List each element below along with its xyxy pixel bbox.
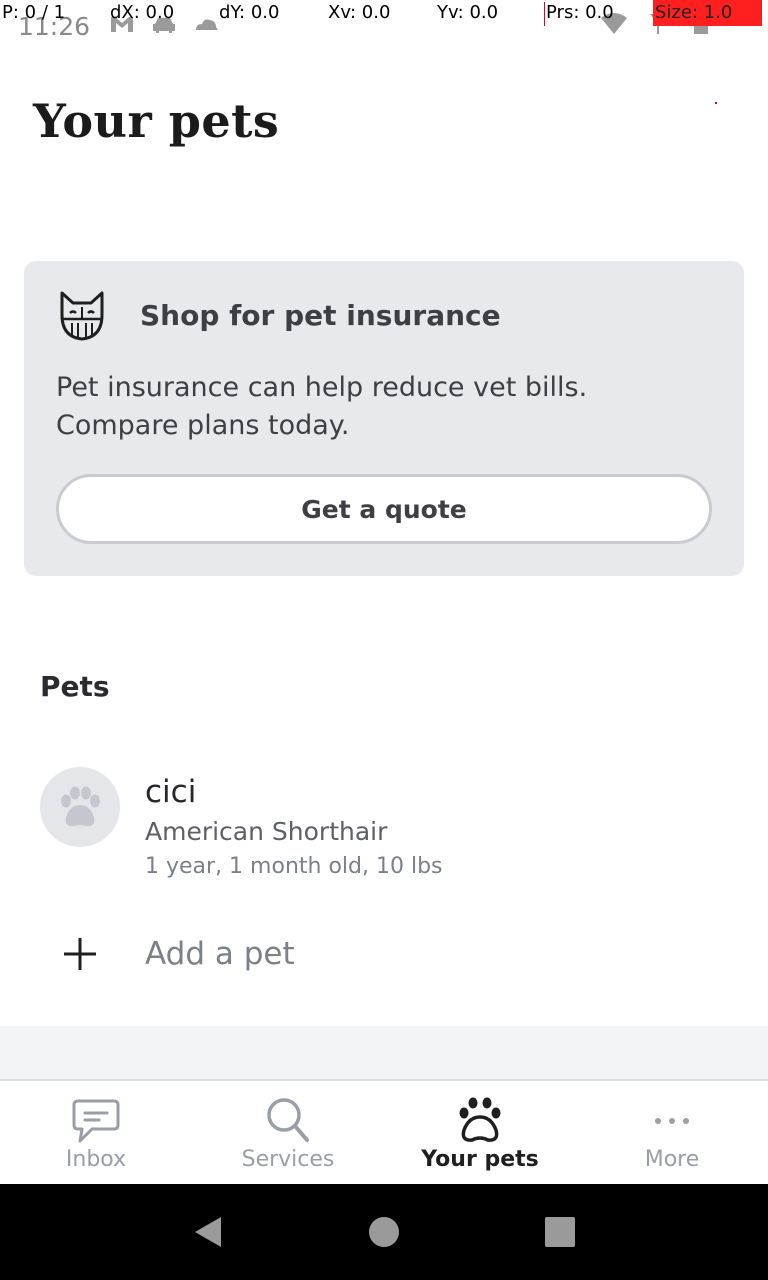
nav-label-your-pets: Your pets bbox=[421, 1147, 539, 1172]
plus-icon bbox=[64, 938, 96, 970]
more-dots-icon bbox=[646, 1095, 698, 1145]
cat-face-icon bbox=[60, 291, 104, 341]
pet-avatar bbox=[40, 767, 120, 847]
nav-label-services: Services bbox=[241, 1147, 335, 1172]
debug-overlay: P: 0 / 1 dX: 0.0 dY: 0.0 Xv: 0.0 Yv: 0.0… bbox=[0, 0, 768, 26]
promo-body: Pet insurance can help reduce vet bills.… bbox=[56, 369, 696, 445]
pet-details: 1 year, 1 month old, 10 lbs bbox=[145, 854, 443, 879]
back-icon[interactable] bbox=[188, 1212, 228, 1252]
nav-item-services[interactable]: Services bbox=[192, 1081, 384, 1184]
debug-marker bbox=[544, 2, 545, 26]
add-pet-button[interactable]: Add a pet bbox=[0, 920, 768, 992]
nav-label-inbox: Inbox bbox=[65, 1147, 127, 1172]
nav-item-your-pets[interactable]: Your pets bbox=[384, 1081, 576, 1184]
nav-label-more: More bbox=[644, 1147, 700, 1172]
nav-item-more[interactable]: More bbox=[576, 1081, 768, 1184]
paw-icon bbox=[61, 786, 100, 827]
insurance-promo-card: Shop for pet insurance Pet insurance can… bbox=[24, 261, 744, 576]
debug-size: Size: 1.0 bbox=[653, 0, 762, 26]
bottom-nav: Inbox Services Your pets More bbox=[0, 1079, 768, 1184]
nav-item-inbox[interactable]: Inbox bbox=[0, 1081, 192, 1184]
promo-body-line-2: Compare plans today. bbox=[56, 410, 350, 441]
promo-title: Shop for pet insurance bbox=[140, 299, 501, 332]
system-nav-bar bbox=[0, 1184, 768, 1280]
add-pet-label: Add a pet bbox=[145, 936, 295, 972]
pet-breed: American Shorthair bbox=[145, 817, 388, 846]
paw-icon bbox=[454, 1095, 506, 1145]
page-title: Your pets bbox=[33, 94, 280, 148]
get-a-quote-button[interactable]: Get a quote bbox=[56, 474, 712, 544]
debug-prs: Prs: 0.0 bbox=[546, 2, 614, 23]
debug-dy: dY: 0.0 bbox=[219, 2, 280, 23]
pet-list-item[interactable]: cici American Shorthair 1 year, 1 month … bbox=[0, 760, 768, 890]
home-icon[interactable] bbox=[364, 1212, 404, 1252]
debug-yv: Yv: 0.0 bbox=[437, 2, 499, 23]
touch-indicator-dot bbox=[715, 102, 717, 104]
search-icon bbox=[262, 1095, 314, 1145]
screen: 11:26 P: 0 / 1 dX: 0.0 dY: 0.0 Xv: 0.0 Y… bbox=[0, 0, 768, 1280]
debug-dx: dX: 0.0 bbox=[110, 2, 175, 23]
chat-bubble-icon bbox=[70, 1095, 122, 1145]
promo-body-line-1: Pet insurance can help reduce vet bills. bbox=[56, 372, 588, 403]
debug-xv: Xv: 0.0 bbox=[328, 2, 391, 23]
pet-name: cici bbox=[145, 774, 197, 810]
pets-section-title: Pets bbox=[40, 670, 110, 703]
content-divider-band bbox=[0, 1026, 768, 1079]
recents-icon[interactable] bbox=[540, 1212, 580, 1252]
debug-pointer: P: 0 / 1 bbox=[2, 2, 66, 23]
